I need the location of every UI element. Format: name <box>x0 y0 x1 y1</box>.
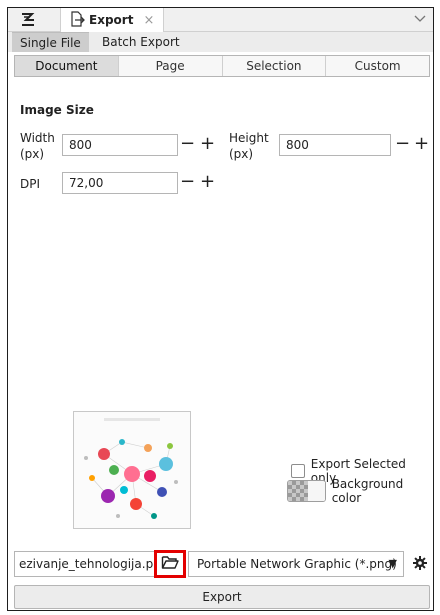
height-increment-button[interactable]: + <box>414 134 429 156</box>
image-size-title: Image Size <box>20 103 94 117</box>
dpi-increment-button[interactable]: + <box>200 172 215 194</box>
area-page-button[interactable]: Page <box>117 56 222 76</box>
dpi-decrement-button[interactable]: − <box>180 172 195 194</box>
export-area-selector: Document Page Selection Custom <box>14 55 430 77</box>
width-increment-button[interactable]: + <box>200 134 215 156</box>
background-color-row: Background color <box>287 477 433 505</box>
width-unit-label: (px) <box>20 147 45 161</box>
file-format-select[interactable]: Portable Network Graphic (*.png) ▼ <box>188 551 404 577</box>
height-decrement-button[interactable]: − <box>395 134 410 156</box>
choose-folder-button[interactable] <box>154 550 186 578</box>
width-label: Width <box>20 131 55 145</box>
file-format-value: Portable Network Graphic (*.png) <box>197 557 397 571</box>
export-mode-tabs: Single File Batch Export <box>8 32 433 52</box>
export-selected-only-checkbox[interactable] <box>291 464 305 478</box>
dpi-label: DPI <box>20 177 41 191</box>
height-label: Height <box>229 131 269 145</box>
export-button[interactable]: Export <box>14 585 430 609</box>
height-input[interactable]: 800 <box>279 134 391 156</box>
width-decrement-button[interactable]: − <box>180 134 195 156</box>
dock-menu-icon[interactable] <box>19 11 37 29</box>
export-preview-thumbnail <box>73 411 191 529</box>
background-color-button[interactable] <box>287 480 326 502</box>
checkerboard-swatch-icon <box>288 481 308 501</box>
dock-tab-bar: Export × <box>8 8 433 32</box>
tab-single-file[interactable]: Single File <box>12 32 89 52</box>
folder-open-icon <box>161 555 179 573</box>
area-selection-button[interactable]: Selection <box>221 56 326 76</box>
filename-input[interactable]: ezivanje_tehnologija.png <box>14 551 162 577</box>
dropdown-caret-icon: ▼ <box>388 557 397 570</box>
height-unit-label: (px) <box>229 147 254 161</box>
preview-network-image <box>74 412 190 528</box>
export-settings-button[interactable] <box>410 551 430 577</box>
chevron-down-icon[interactable] <box>413 12 427 26</box>
export-doc-icon <box>69 10 85 30</box>
gear-icon <box>413 555 427 573</box>
export-dock-tab[interactable]: Export × <box>60 8 164 32</box>
tab-batch-export[interactable]: Batch Export <box>94 32 188 52</box>
close-icon[interactable]: × <box>143 13 154 28</box>
background-color-label: Background color <box>331 477 404 505</box>
width-input[interactable]: 800 <box>62 134 178 156</box>
export-dialog: Export × Single File Batch Export Docume… <box>7 7 434 611</box>
dpi-input[interactable]: 72,00 <box>62 172 178 194</box>
dock-tab-title: Export <box>89 13 134 27</box>
area-document-button[interactable]: Document <box>15 56 118 76</box>
area-custom-button[interactable]: Custom <box>325 56 429 76</box>
